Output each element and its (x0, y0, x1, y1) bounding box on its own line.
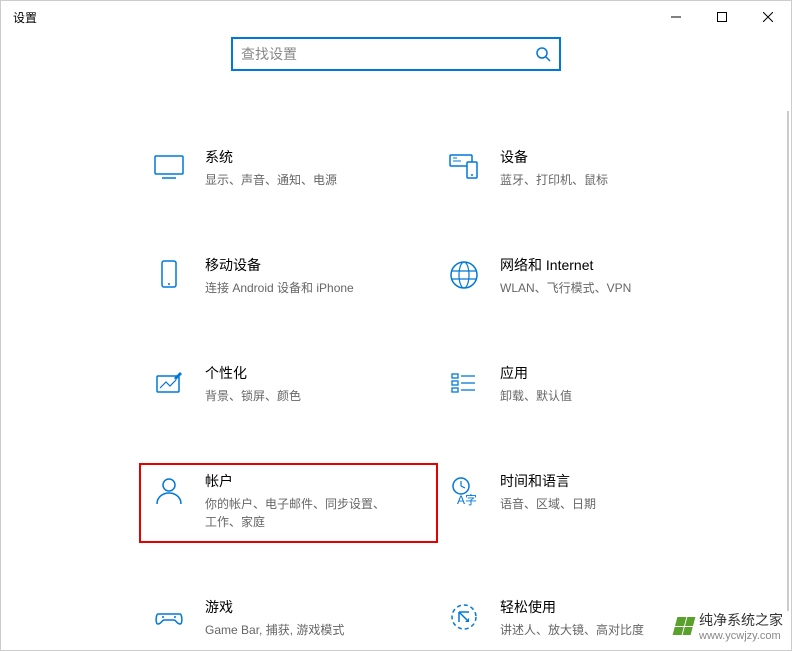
watermark-text: 纯净系统之家 (699, 610, 783, 630)
watermark-url: www.ycwjzy.com (699, 630, 783, 642)
phone-icon (151, 257, 187, 293)
category-gaming[interactable]: 游戏 Game Bar, 捕获, 游戏模式 (141, 591, 436, 649)
search-box[interactable] (231, 37, 561, 71)
category-title: 游戏 (205, 597, 344, 617)
category-title: 时间和语言 (500, 471, 596, 491)
person-icon (151, 473, 187, 509)
category-system[interactable]: 系统 显示、声音、通知、电源 (141, 141, 436, 199)
category-title: 个性化 (205, 363, 301, 383)
category-subtitle: 连接 Android 设备和 iPhone (205, 279, 354, 297)
titlebar: 设置 (1, 1, 791, 33)
svg-text:A字: A字 (457, 492, 477, 507)
gamepad-icon (151, 599, 187, 635)
scrollbar[interactable] (787, 111, 789, 611)
paint-icon (151, 365, 187, 401)
category-accounts[interactable]: 帐户 你的帐户、电子邮件、同步设置、工作、家庭 (141, 465, 436, 541)
category-title: 网络和 Internet (500, 255, 631, 275)
minimize-button[interactable] (653, 1, 699, 33)
category-subtitle: 背景、锁屏、颜色 (205, 387, 301, 405)
category-title: 设备 (500, 147, 608, 167)
category-time-language[interactable]: A字 时间和语言 语音、区域、日期 (436, 465, 731, 541)
category-title: 应用 (500, 363, 572, 383)
category-subtitle: 你的帐户、电子邮件、同步设置、工作、家庭 (205, 495, 385, 531)
category-subtitle: Game Bar, 捕获, 游戏模式 (205, 621, 344, 639)
category-title: 移动设备 (205, 255, 354, 275)
category-phone[interactable]: 移动设备 连接 Android 设备和 iPhone (141, 249, 436, 307)
time-language-icon: A字 (446, 473, 482, 509)
search-input[interactable] (241, 46, 535, 62)
watermark: 纯净系统之家 www.ycwjzy.com (675, 610, 783, 642)
category-title: 系统 (205, 147, 337, 167)
category-subtitle: 显示、声音、通知、电源 (205, 171, 337, 189)
category-devices[interactable]: 设备 蓝牙、打印机、鼠标 (436, 141, 731, 199)
category-personalization[interactable]: 个性化 背景、锁屏、颜色 (141, 357, 436, 415)
ease-of-access-icon (446, 599, 482, 635)
window-title: 设置 (13, 9, 653, 26)
display-icon (151, 149, 187, 185)
globe-icon (446, 257, 482, 293)
category-subtitle: 讲述人、放大镜、高对比度 (500, 621, 644, 639)
search-icon (535, 46, 551, 62)
category-title: 帐户 (205, 471, 385, 491)
category-subtitle: 蓝牙、打印机、鼠标 (500, 171, 608, 189)
apps-icon (446, 365, 482, 401)
close-button[interactable] (745, 1, 791, 33)
category-subtitle: 卸载、默认值 (500, 387, 572, 405)
category-title: 轻松使用 (500, 597, 644, 617)
maximize-button[interactable] (699, 1, 745, 33)
category-apps[interactable]: 应用 卸载、默认值 (436, 357, 731, 415)
settings-grid: 系统 显示、声音、通知、电源 设备 蓝牙、打印机、鼠标 移动设备 连接 Andr… (1, 101, 791, 649)
devices-icon (446, 149, 482, 185)
watermark-logo-icon (673, 617, 696, 635)
category-subtitle: 语音、区域、日期 (500, 495, 596, 513)
category-network[interactable]: 网络和 Internet WLAN、飞行模式、VPN (436, 249, 731, 307)
category-subtitle: WLAN、飞行模式、VPN (500, 279, 631, 297)
search-row (1, 37, 791, 71)
